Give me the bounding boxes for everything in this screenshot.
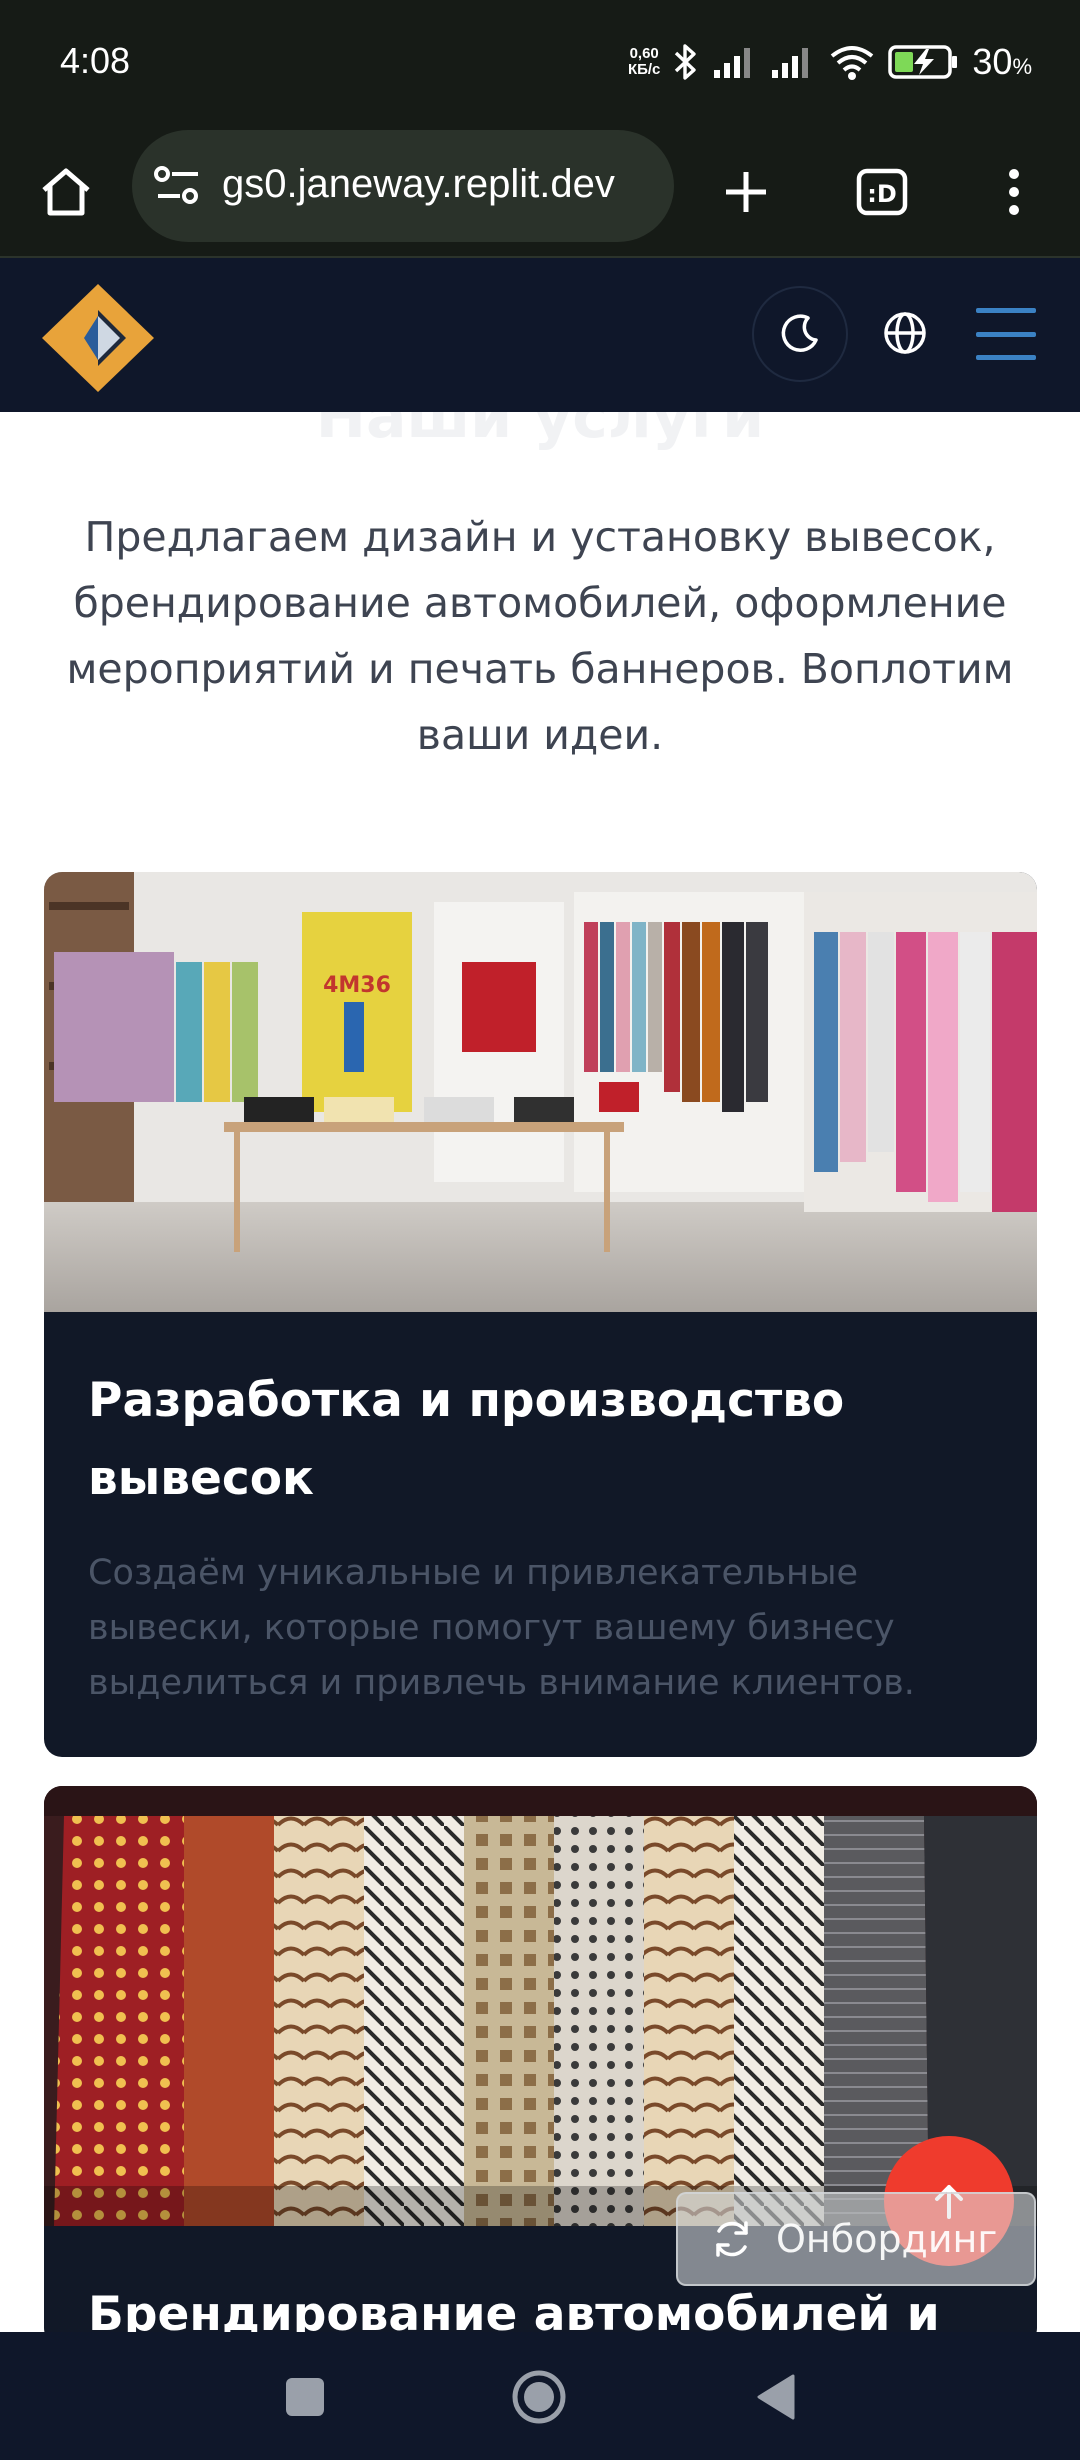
hamburger-menu-button[interactable]: [976, 308, 1036, 360]
globe-icon: [884, 312, 926, 354]
plus-icon: [726, 172, 766, 212]
system-navigation-bar: [0, 2332, 1080, 2460]
section-lead: Предлагаем дизайн и установку вывесок, б…: [66, 513, 1014, 759]
home-nav-button[interactable]: [504, 2362, 574, 2432]
browser-menu-button[interactable]: [982, 160, 1046, 224]
site-logo[interactable]: [40, 282, 156, 394]
screen: { "status_bar": { "time": "4:08", "net_s…: [0, 0, 1080, 2460]
tabs-icon: :D: [856, 168, 908, 216]
network-speed: 0,60 КБ/с: [627, 45, 661, 78]
service-image: [44, 1786, 1037, 2226]
onboarding-label: Онбординг: [776, 2217, 998, 2261]
browser-toolbar: gs0.janeway.replit.dev :D: [0, 126, 1080, 258]
signal-icon-1: [714, 48, 751, 78]
patterned-shirts-photo: [44, 1786, 1037, 2226]
home-icon: [42, 168, 90, 216]
back-triangle-icon: [757, 2374, 795, 2420]
service-card-title: Разработка и производство вывесок: [88, 1373, 845, 1506]
service-image: 4M36: [44, 872, 1037, 1312]
site-settings-icon[interactable]: [154, 164, 202, 208]
services-section: Наши услуги Предлагаем дизайн и установк…: [0, 412, 1080, 2332]
tab-switcher-button[interactable]: :D: [850, 160, 914, 224]
status-bar: 4:08 0,60 КБ/с 30%: [0, 0, 1080, 126]
signal-icon-2: [772, 48, 809, 78]
home-button[interactable]: [34, 160, 98, 224]
clothing-store-photo: 4M36: [44, 872, 1037, 1312]
service-card-description: Создаём уникальные и привлекательные выв…: [88, 1553, 915, 1703]
url-text: gs0.janeway.replit.dev: [222, 162, 615, 206]
wifi-icon: [831, 46, 874, 80]
section-heading: Наши услуги: [315, 412, 765, 452]
clock: 4:08: [60, 40, 131, 81]
bluetooth-icon: [675, 44, 697, 80]
battery-level: 30%: [972, 41, 1032, 82]
svg-text:4M36: 4M36: [323, 973, 391, 998]
moon-icon: [781, 314, 818, 352]
svg-text::D: :D: [867, 180, 897, 208]
site-header: [0, 258, 1080, 412]
status-icons: 0,60 КБ/с 30%: [628, 40, 1032, 84]
circle-home-icon: [512, 2370, 566, 2424]
recents-button[interactable]: [270, 2362, 340, 2432]
battery-charging-icon: [888, 45, 958, 79]
square-icon: [286, 2378, 324, 2416]
back-button[interactable]: [740, 2362, 810, 2432]
new-tab-button[interactable]: [714, 160, 778, 224]
theme-toggle-button[interactable]: [752, 286, 848, 382]
service-card[interactable]: 4M36 Разработка и производство вывесок С…: [44, 872, 1037, 1757]
onboarding-button[interactable]: Онбординг: [676, 2192, 1036, 2286]
more-vertical-icon: [1009, 169, 1019, 215]
refresh-icon: [716, 2221, 748, 2257]
address-bar[interactable]: gs0.janeway.replit.dev: [132, 130, 674, 242]
language-button[interactable]: [872, 300, 938, 366]
